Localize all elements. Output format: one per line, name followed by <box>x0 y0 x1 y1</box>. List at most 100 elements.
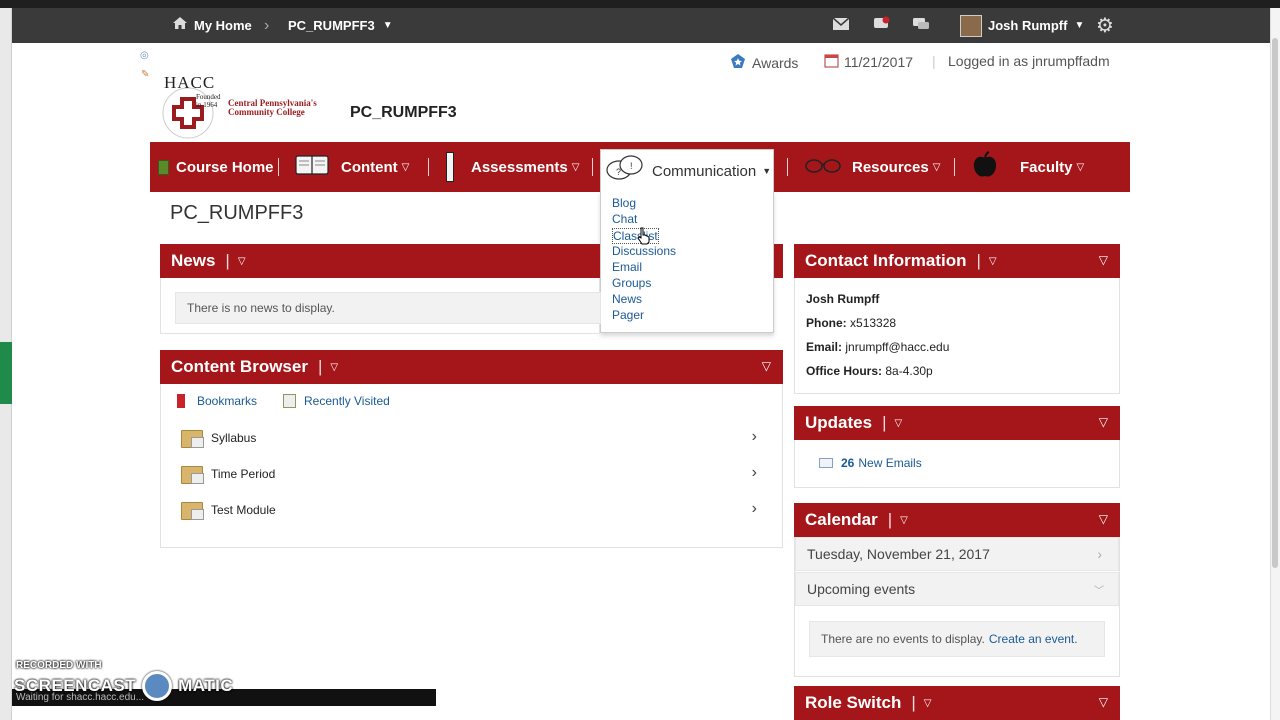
hours-label: Office Hours: <box>806 364 883 378</box>
collapse-chevron-icon[interactable]: ▽ <box>1099 695 1108 709</box>
pin-icon[interactable]: ◎ <box>140 50 149 61</box>
module-row-time-period[interactable]: Time Period › <box>181 459 767 489</box>
module-title: Test Module <box>211 503 276 517</box>
nav-communication[interactable]: ?! Communication ▼ <box>600 149 774 192</box>
chevron-right-icon[interactable]: › <box>752 428 757 446</box>
upcoming-events-row[interactable]: Upcoming events ﹀ <box>795 572 1119 606</box>
contact-title: Contact Information <box>805 251 967 270</box>
contact-phone: Phone: x513328 <box>806 316 896 330</box>
menu-item-news[interactable]: News <box>612 292 642 306</box>
course-header: HACC Founded in 1964 Central Pennsylvani… <box>150 45 1130 142</box>
gear-icon: ⚙ <box>1096 15 1114 37</box>
hacc-logo[interactable]: HACC Founded in 1964 Central Pennsylvani… <box>150 73 330 141</box>
update-alerts-button[interactable] <box>912 8 930 43</box>
chevron-right-icon[interactable]: › <box>752 464 757 482</box>
logo-college-name: Central Pennsylvania's Community College <box>228 98 317 117</box>
no-events-message: There are no events to display. Create a… <box>809 621 1105 657</box>
nav-separator <box>787 158 788 176</box>
logo-founded: Founded in 1964 <box>196 93 221 109</box>
hours-value: 8a-4.30p <box>885 364 933 378</box>
page-title: PC_RUMPFF3 <box>170 202 304 224</box>
create-event-link[interactable]: Create an event. <box>989 632 1078 646</box>
news-header-edge <box>774 244 783 278</box>
title-separator: | <box>225 251 230 270</box>
my-home-label: My Home <box>194 18 252 33</box>
content-browser-body: Bookmarks Recently Visited Syllabus › Ti… <box>160 384 783 548</box>
nav-assessments-label: Assessments <box>471 158 568 176</box>
news-empty-message: There is no news to display. <box>175 292 601 324</box>
role-switch-menu-caret-icon[interactable]: ▽ <box>924 698 932 709</box>
nav-resources[interactable]: Resources ▽ <box>804 142 940 192</box>
module-row-syllabus[interactable]: Syllabus › <box>181 423 767 453</box>
my-home-link[interactable]: My Home <box>172 8 252 43</box>
menu-item-pager[interactable]: Pager <box>612 308 644 322</box>
nav-resources-label: Resources <box>852 158 929 176</box>
role-switch-title: Role Switch <box>805 693 902 712</box>
calendar-widget-header: Calendar | ▽ ▽ <box>794 503 1120 537</box>
collapse-chevron-icon[interactable]: ▽ <box>762 359 771 373</box>
user-menu[interactable]: Josh Rumpff ▼ <box>960 8 1084 43</box>
award-icon <box>730 53 746 72</box>
menu-item-classlist[interactable]: Classlist <box>612 228 659 244</box>
caret-down-icon: ▽ <box>932 161 941 173</box>
menu-item-blog[interactable]: Blog <box>612 196 636 210</box>
course-selector[interactable]: PC_RUMPFF3 ▼ <box>288 8 393 43</box>
contact-menu-caret-icon[interactable]: ▽ <box>989 256 997 267</box>
collapse-chevron-icon[interactable]: ▽ <box>1099 512 1108 526</box>
collapse-chevron-icon[interactable]: ▽ <box>1099 253 1108 267</box>
header-separator: | <box>932 53 936 69</box>
nav-separator <box>278 158 279 176</box>
date-display: 11/21/2017 <box>824 53 913 71</box>
nav-communication-label: Communication <box>652 162 757 180</box>
home-icon <box>172 16 188 35</box>
menu-item-chat[interactable]: Chat <box>612 212 637 226</box>
envelope-icon <box>832 17 850 34</box>
content-browser-menu-caret-icon[interactable]: ▽ <box>330 362 338 373</box>
contact-hours: Office Hours: 8a-4.30p <box>806 364 933 378</box>
svg-text:?: ? <box>616 167 621 177</box>
recently-visited-link[interactable]: Recently Visited <box>283 394 390 408</box>
nav-faculty[interactable]: Faculty ▽ <box>972 142 1084 192</box>
folder-icon <box>181 499 205 521</box>
bookmarks-link[interactable]: Bookmarks <box>177 394 257 408</box>
no-events-text: There are no events to display. <box>821 632 985 646</box>
calendar-menu-caret-icon[interactable]: ▽ <box>900 515 908 526</box>
nav-content-label: Content <box>341 158 398 176</box>
module-row-test-module[interactable]: Test Module › <box>181 495 767 525</box>
news-widget-header: News | ▽ <box>160 244 600 278</box>
collapse-chevron-icon[interactable]: ▽ <box>1099 415 1108 429</box>
content-browser-header: Content Browser | ▽ ▽ <box>160 350 783 384</box>
news-menu-caret-icon[interactable]: ▽ <box>238 256 246 267</box>
vertical-scrollbar[interactable] <box>1270 8 1280 720</box>
nav-content[interactable]: Content ▽ <box>295 142 409 192</box>
nav-assessments[interactable]: Assessments ▽ <box>446 142 579 192</box>
hand-cursor-icon <box>637 227 651 250</box>
email-label: Email: <box>806 340 843 354</box>
contact-widget-body: Josh Rumpff Phone: x513328 Email: jnrump… <box>794 278 1120 394</box>
recorder-watermark: RECORDED WITH SCREENCAST MATIC <box>14 660 233 701</box>
menu-item-groups[interactable]: Groups <box>612 276 651 290</box>
new-emails-link[interactable]: 26 New Emails <box>819 456 922 470</box>
bookmark-icon <box>177 394 185 408</box>
phone-value: x513328 <box>850 316 897 330</box>
email-value: jnrumpff@hacc.edu <box>845 340 950 354</box>
caret-down-icon: ▽ <box>1076 161 1085 173</box>
subscription-alerts-button[interactable] <box>872 8 892 43</box>
calendar-icon <box>824 53 839 71</box>
caret-down-icon: ▼ <box>382 20 393 31</box>
menu-item-email[interactable]: Email <box>612 260 642 274</box>
updates-menu-caret-icon[interactable]: ▽ <box>895 418 903 429</box>
message-alerts-button[interactable] <box>832 8 850 43</box>
nav-separator <box>428 158 429 176</box>
pencil-icon[interactable]: ✎ <box>141 69 149 80</box>
scrollbar-thumb[interactable] <box>1272 38 1278 568</box>
calendar-date-row[interactable]: Tuesday, November 21, 2017 › <box>795 537 1119 571</box>
contact-name: Josh Rumpff <box>806 292 880 306</box>
chevron-right-icon[interactable]: › <box>752 500 757 518</box>
calendar-date: Tuesday, November 21, 2017 <box>807 546 990 562</box>
apple-icon <box>972 151 998 183</box>
title-separator: | <box>976 251 981 270</box>
nav-course-home[interactable]: Course Home <box>158 142 274 192</box>
settings-button[interactable]: ⚙ <box>1096 8 1114 43</box>
awards-link[interactable]: Awards <box>730 53 798 72</box>
